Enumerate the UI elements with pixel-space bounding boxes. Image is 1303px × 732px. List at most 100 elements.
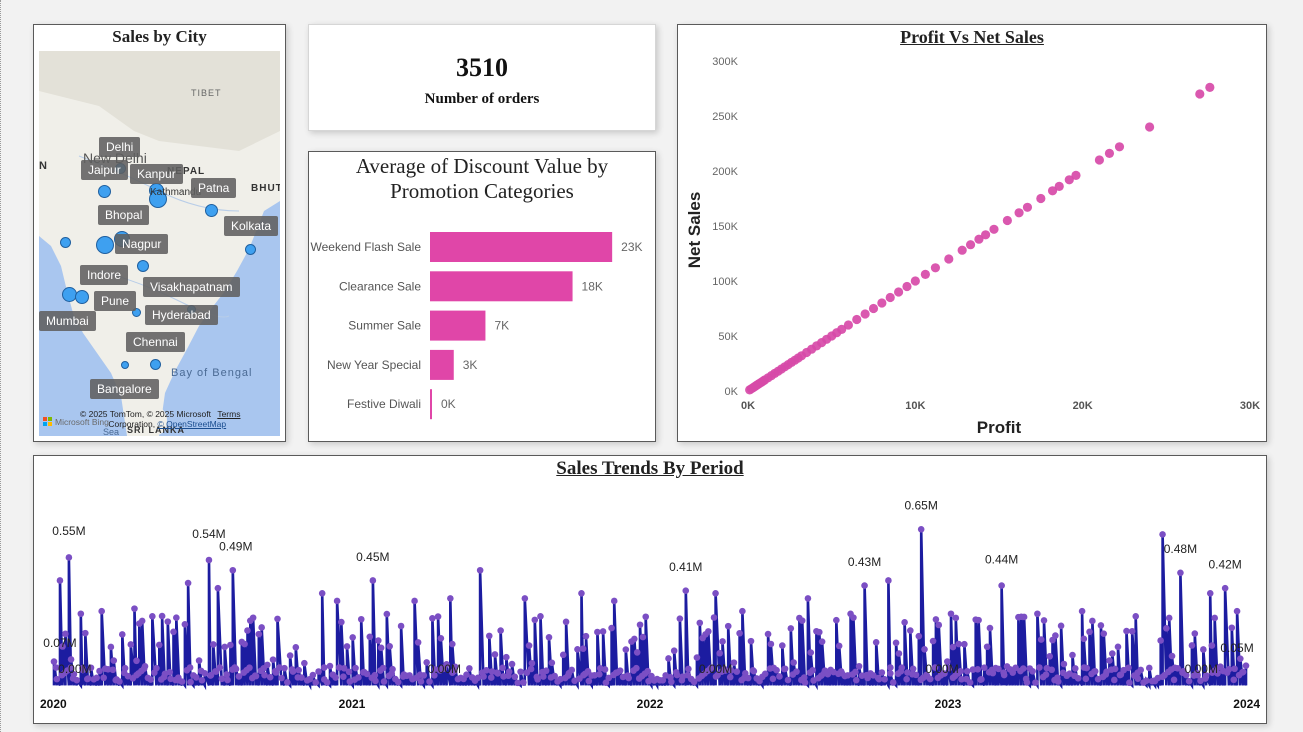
- trend-point[interactable]: [878, 669, 886, 676]
- city-label-delhi[interactable]: Delhi: [99, 137, 141, 157]
- city-label-visakhapatnam[interactable]: Visakhapatnam: [143, 277, 240, 297]
- trend-point[interactable]: [889, 679, 897, 686]
- trend-point[interactable]: [784, 676, 792, 684]
- trend-point[interactable]: [636, 621, 644, 629]
- city-bubble-kolkata[interactable]: [245, 244, 256, 255]
- trend-point[interactable]: [121, 664, 129, 672]
- trend-point[interactable]: [429, 615, 436, 622]
- trend-point[interactable]: [807, 649, 815, 656]
- trend-point[interactable]: [898, 664, 906, 671]
- scatter-point[interactable]: [981, 230, 991, 240]
- trend-point[interactable]: [138, 617, 146, 625]
- trend-point[interactable]: [369, 577, 377, 584]
- trend-point[interactable]: [383, 610, 391, 618]
- trend-point[interactable]: [1111, 665, 1119, 673]
- trend-point[interactable]: [227, 641, 234, 649]
- trend-point[interactable]: [1211, 614, 1219, 622]
- trend-point[interactable]: [926, 675, 934, 683]
- city-bubble-bhopal-west[interactable]: [60, 237, 71, 248]
- trend-point[interactable]: [1074, 675, 1082, 682]
- trend-point[interactable]: [578, 589, 585, 597]
- city-bubble-pune[interactable]: [75, 290, 89, 304]
- trend-point[interactable]: [719, 638, 726, 645]
- discount-bar[interactable]: [430, 389, 432, 420]
- trend-point[interactable]: [676, 615, 684, 622]
- trend-point[interactable]: [84, 675, 92, 682]
- map-canvas[interactable]: TIBET NEPAL BHUTAN N Bay of Bengal SRI L…: [39, 51, 280, 436]
- trend-point[interactable]: [1163, 624, 1170, 632]
- trend-point[interactable]: [1091, 668, 1099, 675]
- trend-point[interactable]: [1000, 671, 1008, 679]
- scatter-point[interactable]: [877, 298, 887, 308]
- scatter-point[interactable]: [868, 303, 879, 314]
- trend-point[interactable]: [685, 665, 692, 673]
- trend-point[interactable]: [437, 635, 445, 642]
- trend-point[interactable]: [514, 679, 522, 687]
- trend-point[interactable]: [1165, 614, 1173, 622]
- trend-point[interactable]: [511, 673, 519, 681]
- scatter-point[interactable]: [1195, 89, 1205, 99]
- trend-point[interactable]: [249, 614, 257, 622]
- city-label-mumbai[interactable]: Mumbai: [39, 311, 96, 331]
- trend-point[interactable]: [301, 659, 308, 667]
- trend-point[interactable]: [915, 632, 923, 640]
- trend-point[interactable]: [673, 671, 681, 679]
- trend-point[interactable]: [801, 679, 809, 686]
- trend-point[interactable]: [281, 664, 288, 672]
- trend-point[interactable]: [298, 674, 305, 681]
- city-bubble-patna[interactable]: [205, 204, 218, 217]
- credits-terms-link[interactable]: Terms: [217, 409, 240, 419]
- trend-point[interactable]: [56, 577, 64, 584]
- scatter-point[interactable]: [989, 224, 999, 234]
- trend-point[interactable]: [73, 676, 81, 684]
- trend-point[interactable]: [1040, 617, 1048, 624]
- scatter-point[interactable]: [1145, 122, 1155, 132]
- trend-point[interactable]: [274, 615, 281, 623]
- trend-point[interactable]: [343, 643, 351, 650]
- trend-point[interactable]: [417, 678, 425, 685]
- trend-point[interactable]: [1080, 635, 1088, 643]
- trend-point[interactable]: [286, 652, 294, 659]
- trend-point[interactable]: [107, 643, 115, 651]
- trend-point[interactable]: [1159, 531, 1166, 538]
- trend-point[interactable]: [241, 640, 248, 648]
- trend-point[interactable]: [582, 632, 590, 640]
- trend-point[interactable]: [736, 629, 743, 637]
- trend-point[interactable]: [517, 668, 524, 676]
- trend-point[interactable]: [466, 665, 473, 672]
- scatter-point[interactable]: [1071, 170, 1081, 180]
- trend-point[interactable]: [485, 632, 493, 640]
- trend-point[interactable]: [998, 582, 1005, 589]
- trend-point[interactable]: [793, 668, 800, 675]
- trend-point[interactable]: [98, 607, 105, 615]
- trend-point[interactable]: [357, 615, 365, 623]
- trend-point[interactable]: [1225, 665, 1233, 673]
- trend-point[interactable]: [1060, 660, 1068, 668]
- trend-point[interactable]: [1128, 627, 1136, 635]
- trend-point[interactable]: [394, 678, 402, 686]
- trend-point[interactable]: [579, 645, 587, 653]
- trend-point[interactable]: [192, 674, 200, 681]
- scatter-point[interactable]: [1114, 142, 1125, 152]
- trend-point[interactable]: [77, 610, 85, 618]
- trend-point[interactable]: [631, 635, 638, 643]
- trend-point[interactable]: [181, 621, 189, 628]
- trend-point[interactable]: [149, 613, 156, 620]
- trend-point[interactable]: [520, 679, 527, 686]
- trend-point[interactable]: [261, 671, 268, 679]
- trend-point[interactable]: [682, 587, 690, 595]
- trend-point[interactable]: [881, 675, 889, 683]
- trend-point[interactable]: [872, 638, 880, 646]
- trend-point[interactable]: [224, 676, 231, 684]
- trend-point[interactable]: [1233, 607, 1241, 615]
- trend-point[interactable]: [292, 643, 300, 651]
- city-bubble-indore[interactable]: [137, 260, 149, 272]
- city-label-jaipur[interactable]: Jaipur: [81, 160, 128, 180]
- trend-point[interactable]: [503, 653, 510, 661]
- trend-point[interactable]: [355, 674, 362, 681]
- trend-point[interactable]: [118, 631, 126, 638]
- trend-point[interactable]: [885, 577, 892, 584]
- sales-trend-line-chart[interactable]: 2020 2021 2022 2023 20240.55M0.07M0.00M0.54M…: [34, 456, 1266, 723]
- trend-point[interactable]: [244, 627, 251, 634]
- trend-point[interactable]: [935, 621, 943, 629]
